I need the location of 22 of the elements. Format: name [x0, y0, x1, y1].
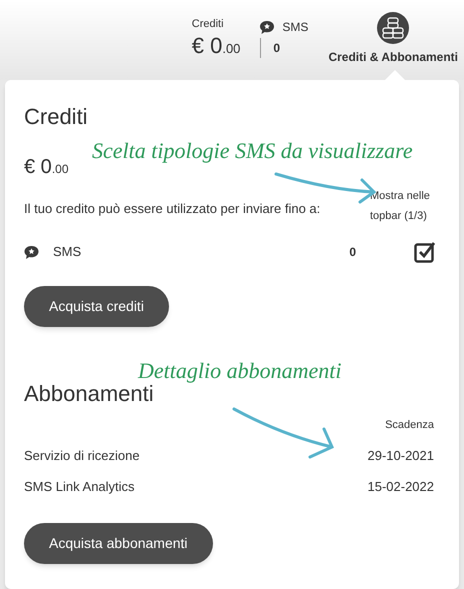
coins-icon — [377, 12, 410, 44]
chat-star-icon — [24, 246, 39, 258]
credits-label: Crediti — [192, 17, 225, 32]
subscription-name: SMS Link Analytics — [24, 478, 135, 496]
annotation: Scelta tipologie SMS da visualizzare — [92, 137, 413, 165]
sms-count: 0 — [273, 40, 280, 57]
column-header: Scadenza — [385, 418, 434, 433]
expiry-date: 29-10-2021 — [368, 446, 434, 464]
buy-credits-button[interactable]: Acquista crediti — [24, 286, 169, 327]
expiry-date: 15-02-2022 — [368, 478, 434, 496]
chat-star-icon — [260, 20, 274, 34]
section-title: Crediti — [24, 103, 89, 131]
credit-description: Il tuo credito può essere utilizzato per inviare fino a: — [24, 200, 320, 218]
checkbox[interactable] — [414, 241, 438, 263]
credits-menu[interactable]: Crediti & Abbonamenti — [328, 12, 458, 66]
buy-subscriptions-button[interactable]: Acquista abbonamenti — [24, 522, 213, 564]
subscription-name: Servizio di ricezione — [24, 446, 140, 464]
credits-amount: € 0.00 — [192, 32, 240, 60]
item-label: SMS — [53, 243, 82, 262]
sms-label: SMS — [282, 19, 308, 36]
credit-amount: € 0.00 — [24, 155, 70, 180]
item-count: 0 — [349, 244, 356, 261]
